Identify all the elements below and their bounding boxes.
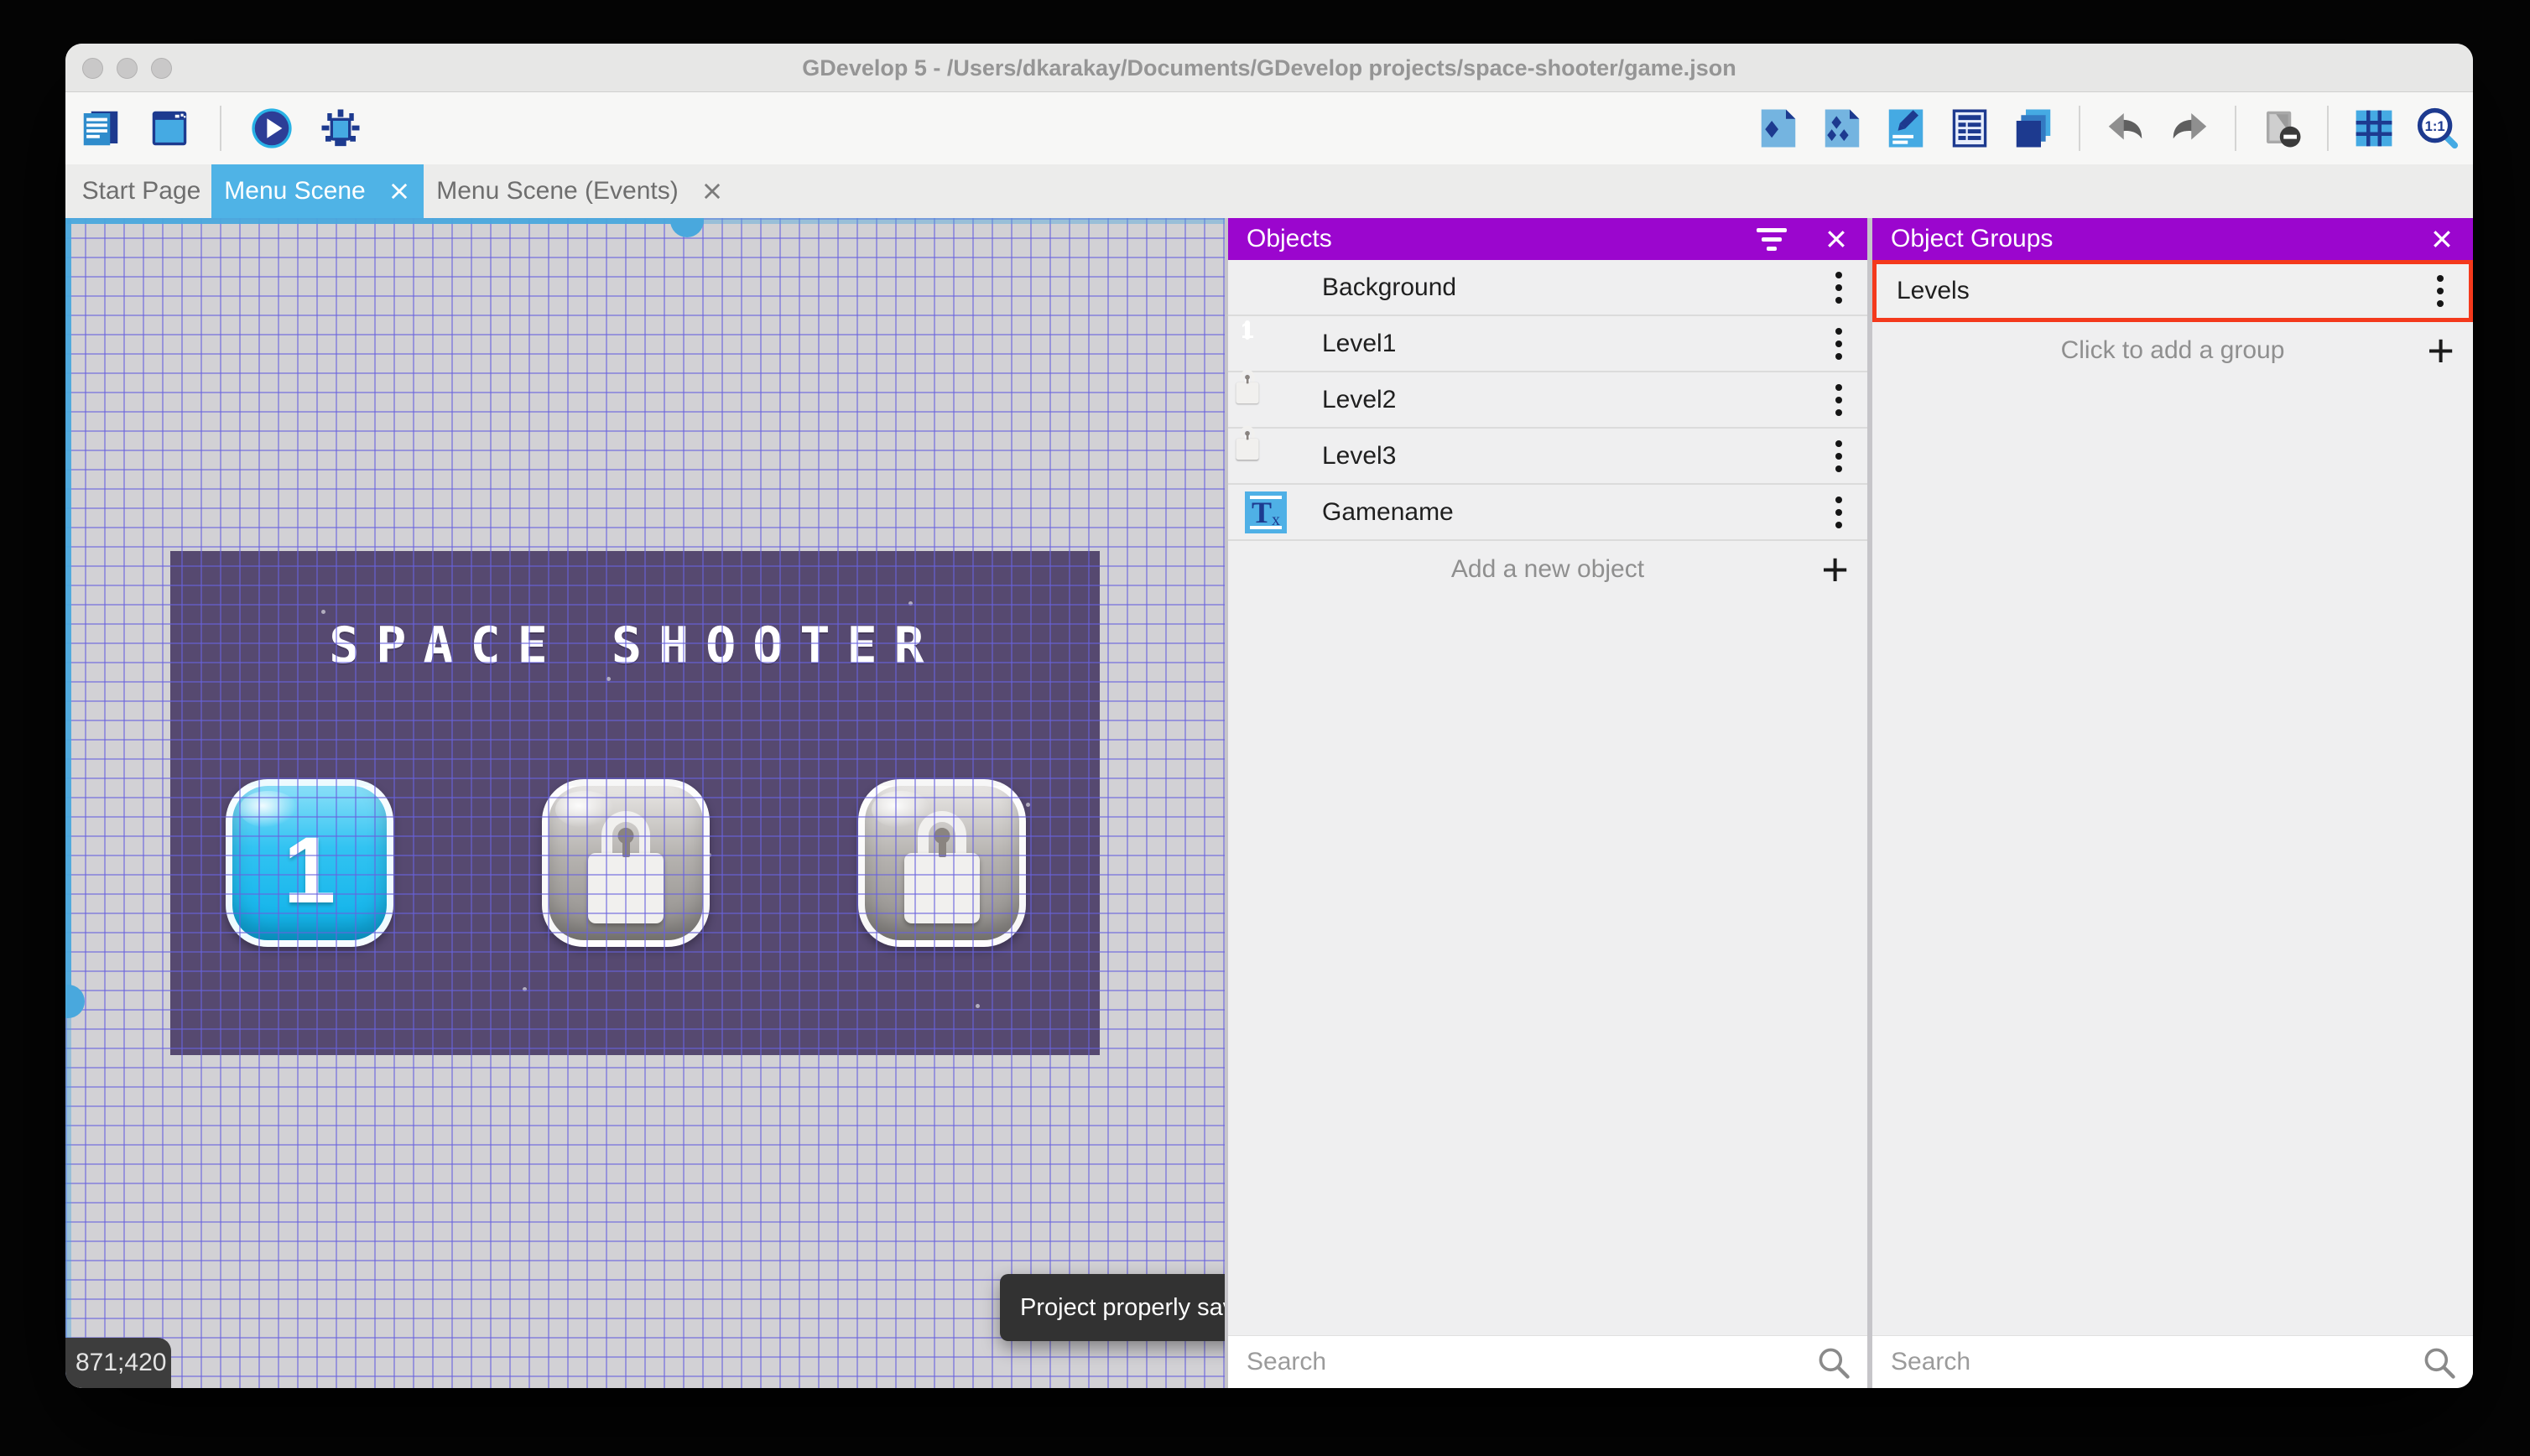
objects-panel: Objects Background Level1 (1228, 218, 1867, 1388)
filter-icon[interactable] (1757, 227, 1787, 251)
objects-search-input[interactable] (1228, 1336, 1867, 1388)
selection-left-edge (65, 218, 71, 1001)
editor-tabs: Start Page Menu Scene Menu Scene (Events… (65, 164, 2473, 218)
instances-editor-disabled-icon[interactable] (2258, 105, 2305, 152)
tab-label: Menu Scene (Events) (436, 177, 679, 205)
object-groups-panel-header: Object Groups (1872, 218, 2473, 260)
selection-top-edge (686, 218, 1225, 224)
project-manager-icon[interactable] (77, 105, 124, 152)
add-object-button[interactable]: Add a new object + (1228, 541, 1867, 597)
groups-search-bar (1872, 1335, 2473, 1388)
sprite-thumbnail (1245, 267, 1287, 309)
search-icon (1819, 1348, 1850, 1379)
sprite-thumbnail (1245, 320, 1287, 365)
object-menu-icon[interactable] (1830, 323, 1847, 365)
close-panel-icon[interactable] (1824, 226, 1849, 252)
selection-top-edge (65, 218, 686, 224)
object-menu-icon[interactable] (1830, 379, 1847, 421)
tab-menu-scene-events[interactable]: Menu Scene (Events) (424, 164, 737, 218)
object-row-level1[interactable]: Level1 (1228, 316, 1867, 372)
editor-content: SPACE SHOOTER 1 871;420 Project properly… (65, 218, 2473, 1388)
plus-icon[interactable]: + (1821, 545, 1849, 593)
sprite-thumbnail (1236, 369, 1287, 421)
tab-label: Menu Scene (224, 177, 366, 205)
layers-panel-icon[interactable] (2010, 105, 2057, 152)
selection-left-edge (65, 1001, 71, 1388)
instances-list-panel-icon[interactable] (1946, 105, 1993, 152)
level2-button-sprite[interactable] (542, 779, 710, 947)
close-panel-icon[interactable] (2429, 226, 2455, 252)
toolbar-separator (220, 106, 221, 151)
object-groups-panel-icon[interactable] (1819, 105, 1866, 152)
close-tab-icon[interactable] (700, 179, 724, 203)
svg-text:1:1: 1:1 (2425, 118, 2445, 134)
panel-title: Objects (1247, 225, 1332, 252)
panel-title: Object Groups (1891, 225, 2054, 252)
toast-message: Project properly saved (1020, 1293, 1225, 1321)
tab-label: Start Page (81, 177, 201, 205)
level1-button-sprite[interactable]: 1 (226, 779, 393, 947)
cursor-coordinates: 871;420 (65, 1338, 171, 1388)
objects-panel-icon[interactable] (1755, 105, 1802, 152)
tab-menu-scene[interactable]: Menu Scene (211, 164, 424, 218)
object-groups-panel: Object Groups Levels Click to add a grou… (1872, 218, 2473, 1388)
objects-search-bar (1228, 1335, 1867, 1388)
close-tab-icon[interactable] (388, 179, 411, 203)
game-title-text: SPACE SHOOTER (329, 616, 941, 675)
scene-window-icon[interactable] (146, 105, 193, 152)
title-bar: GDevelop 5 - /Users/dkarakay/Documents/G… (65, 44, 2473, 92)
add-group-button[interactable]: Click to add a group + (1872, 322, 2473, 378)
save-toast: Project properly saved (1000, 1274, 1225, 1341)
toolbar-separator (2327, 106, 2329, 151)
object-row-level2[interactable]: Level2 (1228, 369, 1867, 429)
group-row-levels[interactable]: Levels (1872, 260, 2473, 322)
groups-search-input[interactable] (1872, 1336, 2473, 1388)
toolbar-left-group (77, 92, 364, 164)
scene-background-sprite[interactable]: SPACE SHOOTER 1 (170, 551, 1100, 1055)
text-object-thumbnail: Tx (1245, 491, 1287, 533)
object-menu-icon[interactable] (1830, 267, 1847, 309)
scene-canvas[interactable]: SPACE SHOOTER 1 871;420 Project properly… (65, 218, 1225, 1388)
objects-panel-header: Objects (1228, 218, 1867, 260)
toolbar-separator (2079, 106, 2080, 151)
object-menu-icon[interactable] (1830, 491, 1847, 533)
debug-icon[interactable] (317, 105, 364, 152)
level1-number: 1 (283, 817, 336, 923)
redo-icon[interactable] (2166, 105, 2213, 152)
window-title: GDevelop 5 - /Users/dkarakay/Documents/G… (802, 55, 1736, 81)
object-menu-icon[interactable] (1830, 435, 1847, 477)
group-menu-icon[interactable] (2432, 270, 2449, 312)
sprite-thumbnail (1236, 425, 1287, 477)
undo-icon[interactable] (2102, 105, 2149, 152)
padlock-icon (587, 811, 664, 923)
play-icon[interactable] (248, 105, 295, 152)
object-row-level3[interactable]: Level3 (1228, 425, 1867, 485)
main-toolbar: 1:1 (65, 92, 2473, 164)
zoom-1-1-icon[interactable]: 1:1 (2414, 105, 2461, 152)
grid-icon[interactable] (2350, 105, 2397, 152)
search-icon (2424, 1348, 2455, 1379)
plus-icon[interactable]: + (2427, 326, 2455, 374)
gdevelop-window: GDevelop 5 - /Users/dkarakay/Documents/G… (65, 44, 2473, 1388)
tab-start-page[interactable]: Start Page (71, 164, 211, 218)
object-row-background[interactable]: Background (1228, 260, 1867, 316)
object-row-gamename[interactable]: Tx Gamename (1228, 485, 1867, 541)
properties-panel-icon[interactable] (1882, 105, 1929, 152)
toolbar-separator (2235, 106, 2236, 151)
toolbar-right-group: 1:1 (1755, 92, 2461, 164)
selection-handle-left[interactable] (65, 985, 85, 1018)
level3-button-sprite[interactable] (858, 779, 1026, 947)
selection-handle-top[interactable] (670, 218, 704, 237)
padlock-icon (903, 811, 981, 923)
